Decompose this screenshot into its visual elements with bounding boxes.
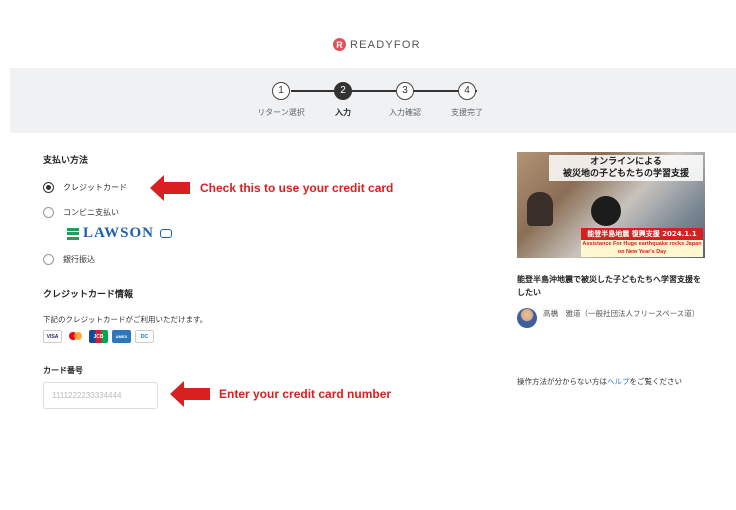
- accepted-cards-text: 下記のクレジットカードがご利用いただけます。: [43, 315, 208, 324]
- thumbnail-caption: オンラインによる 被災地の子どもたちの学習支援: [549, 155, 703, 181]
- avatar: [517, 308, 537, 328]
- logo-text: READYFOR: [350, 38, 421, 51]
- payment-option-label: コンビニ支払い: [63, 208, 119, 217]
- person-figure: [591, 196, 621, 226]
- step-label: 支援完了: [451, 108, 483, 117]
- person-figure: [527, 192, 553, 226]
- thumbnail-subband: Assistance For Huge earthquake rocks Jap…: [581, 240, 703, 257]
- credit-card-annotation: Check this to use your credit card: [200, 181, 394, 195]
- milk-can-icon: [160, 229, 173, 238]
- step-label: 入力: [335, 108, 351, 117]
- payment-option-credit-card[interactable]: クレジットカード: [43, 182, 127, 193]
- step-label: 入力確認: [389, 108, 421, 117]
- left-arrow-icon: [170, 381, 210, 407]
- left-arrow-icon: [150, 175, 190, 201]
- readyfor-logo[interactable]: R READYFOR: [333, 38, 421, 51]
- payment-option-label: 銀行振込: [63, 255, 95, 264]
- project-owner: 高橋 雅道（一般社団法人フリースペース道）: [517, 308, 703, 328]
- thumbnail-band: 能登半島地震 復興支援 2024.1.1: [581, 228, 703, 240]
- help-text: 操作方法が分からない方はヘルプをご覧ください: [517, 376, 682, 387]
- thumbnail-caption-line: 被災地の子どもたちの学習支援: [562, 169, 689, 179]
- help-suffix: をご覧ください: [629, 377, 683, 386]
- step-number: 3: [396, 82, 414, 100]
- step-1: 1 リターン選択: [251, 82, 311, 118]
- bank-transfer-radio[interactable]: [43, 254, 54, 265]
- credit-card-info-title: クレジットカード情報: [43, 290, 134, 300]
- convenience-store-radio[interactable]: [43, 207, 54, 218]
- lawson-logo: LAWSON: [67, 225, 173, 242]
- amex-icon: AMEX: [112, 330, 131, 343]
- jcb-icon: JCB: [89, 330, 108, 343]
- step-number: 4: [458, 82, 476, 100]
- step-3: 3 入力確認: [375, 82, 435, 118]
- step-number: 2: [334, 82, 352, 100]
- credit-card-radio[interactable]: [43, 182, 54, 193]
- card-number-label: カード番号: [43, 366, 83, 375]
- site-header: R READYFOR: [0, 0, 736, 68]
- visa-icon: VISA: [43, 330, 62, 343]
- project-thumbnail[interactable]: オンラインによる 被災地の子どもたちの学習支援 能登半島地震 復興支援 2024…: [517, 152, 705, 258]
- help-link[interactable]: ヘルプ: [607, 377, 630, 386]
- step-4: 4 支援完了: [437, 82, 497, 118]
- lawson-bars-icon: [67, 227, 79, 240]
- payment-option-convenience-store[interactable]: コンビニ支払い: [43, 207, 119, 218]
- payment-option-bank-transfer[interactable]: 銀行振込: [43, 254, 95, 265]
- card-number-annotation: Enter your credit card number: [219, 387, 392, 401]
- payment-option-label: クレジットカード: [63, 183, 127, 192]
- mastercard-icon: [66, 330, 85, 343]
- step-2: 2 入力: [313, 82, 373, 118]
- card-number-input[interactable]: [43, 382, 158, 409]
- owner-name: 高橋 雅道（一般社団法人フリースペース道）: [543, 309, 700, 318]
- thumbnail-caption-line: オンラインによる: [590, 157, 662, 167]
- lawson-logo-text: LAWSON: [83, 225, 155, 241]
- help-prefix: 操作方法が分からない方は: [517, 377, 607, 386]
- project-title[interactable]: 能登半島沖地震で被災した子どもたちへ学習支援をしたい: [517, 273, 707, 299]
- step-number: 1: [272, 82, 290, 100]
- diners-club-icon: DC: [135, 330, 154, 343]
- progress-stepper: 1 リターン選択 2 入力 3 入力確認 4 支援完了: [10, 68, 736, 133]
- accepted-card-brands: VISA JCB AMEX DC: [43, 330, 154, 343]
- step-label: リターン選択: [257, 108, 305, 117]
- logo-mark-icon: R: [333, 38, 346, 51]
- payment-method-title: 支払い方法: [43, 156, 89, 166]
